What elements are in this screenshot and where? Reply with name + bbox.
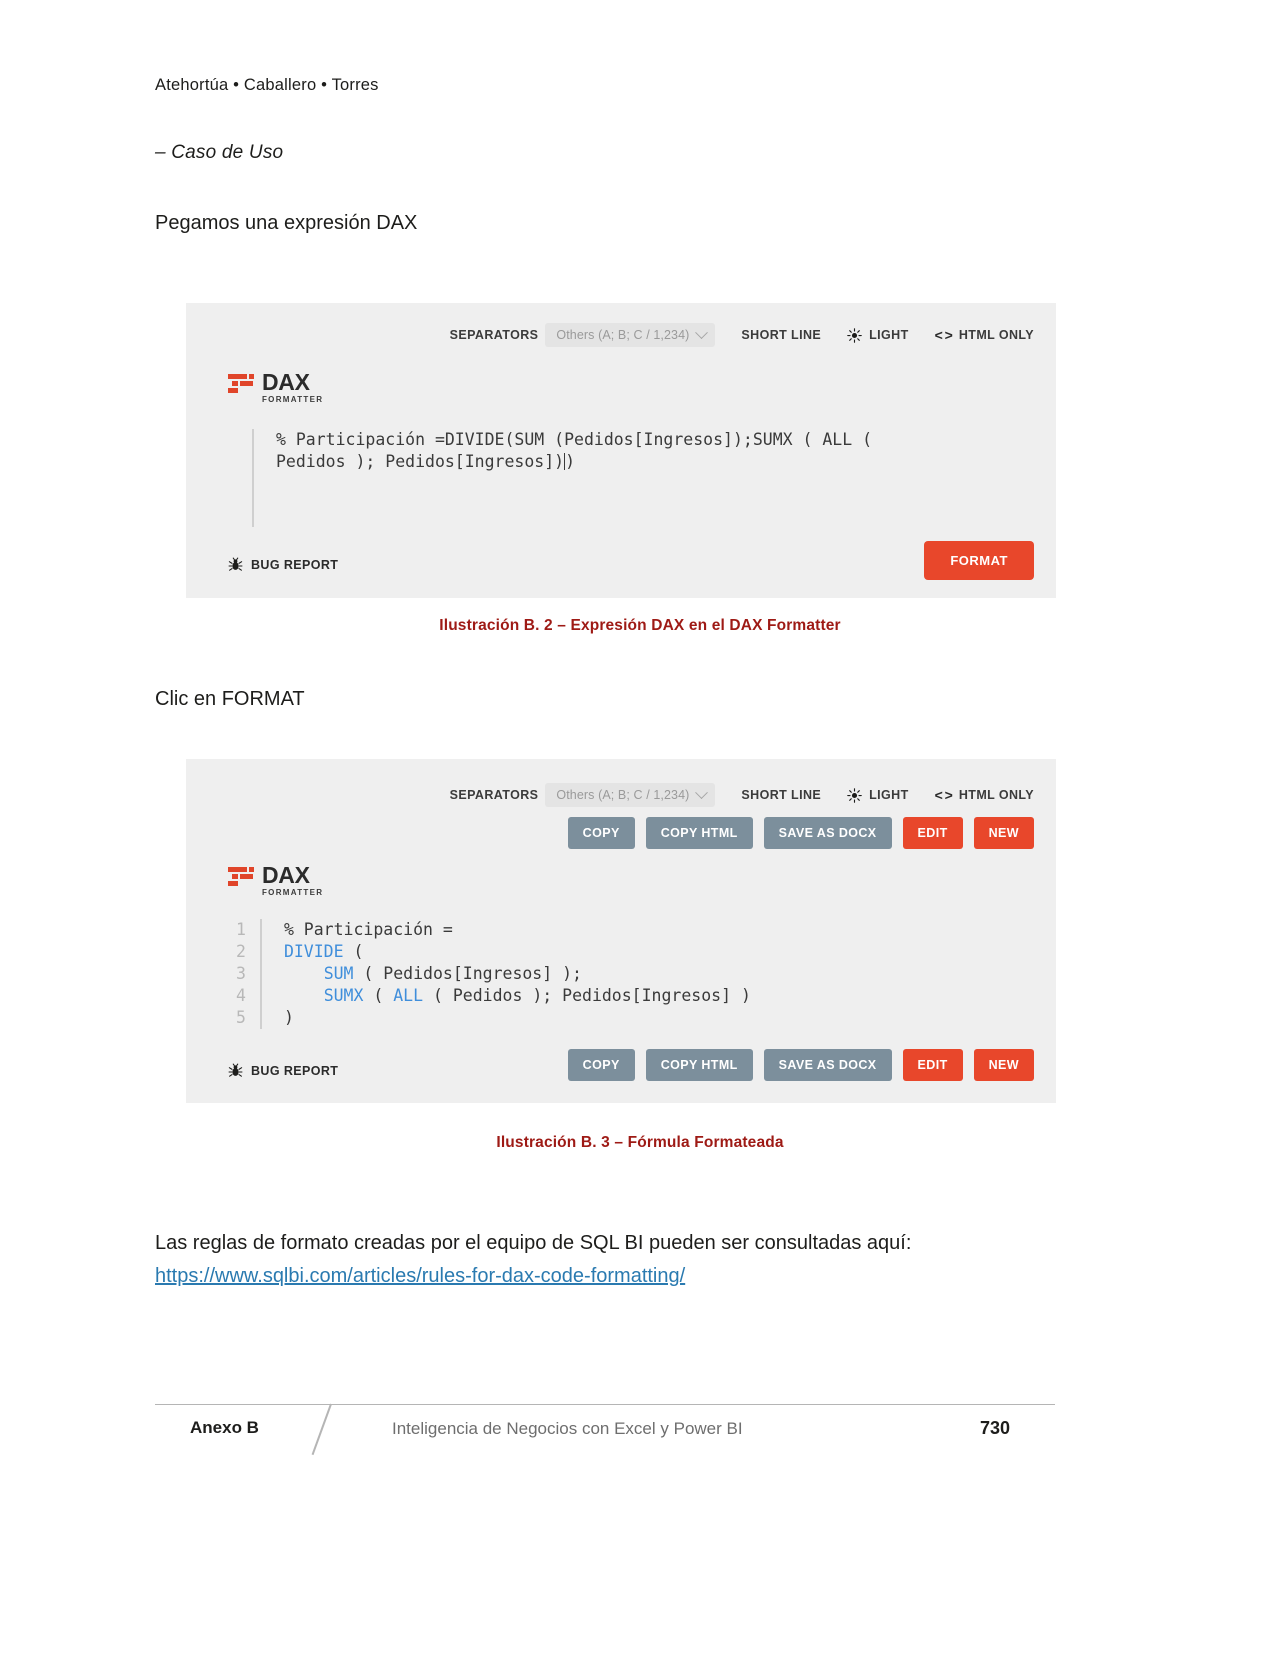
dax-formatted-code: % Participación = DIVIDE ( SUM ( Pedidos… [262, 919, 751, 1029]
separators-value-1: Others (A; B; C / 1,234) [556, 328, 690, 342]
html-only-toggle-2[interactable]: < > HTML ONLY [935, 787, 1034, 803]
theme-label-1: LIGHT [869, 328, 909, 342]
code-line-3-indent [284, 964, 324, 983]
new-button-top[interactable]: NEW [973, 817, 1034, 849]
logo-subtitle-2: FORMATTER [262, 888, 324, 897]
section-heading: – Caso de Uso [155, 142, 284, 163]
theme-toggle-2[interactable]: LIGHT [847, 787, 909, 803]
footer-divider [155, 1404, 1055, 1405]
footer-section-label: Anexo B [190, 1418, 259, 1437]
short-line-toggle-2[interactable]: SHORT LINE [741, 788, 821, 802]
dax-formatter-logo-1: DAX FORMATTER [228, 371, 323, 404]
action-buttons-top: COPY COPY HTML SAVE AS DOCX EDIT NEW [567, 817, 1034, 849]
paragraph-clic-format: Clic en FORMAT [155, 688, 305, 710]
code-line-2-keyword: DIVIDE [283, 942, 344, 961]
format-button[interactable]: FORMAT [924, 541, 1034, 580]
sun-icon [847, 327, 862, 343]
paragraph-reglas: Las reglas de formato creadas por el equ… [155, 1232, 912, 1254]
chevron-down-icon [695, 325, 709, 339]
formatter-toolbar-2: SEPARATORS Others (A; B; C / 1,234) SHOR… [450, 783, 1034, 807]
document-page: Atehortúa • Caballero • Torres – Caso de… [0, 0, 1280, 1656]
logo-name-2: DAX [262, 862, 310, 888]
theme-toggle-1[interactable]: LIGHT [847, 327, 909, 343]
code-line-4-indent [284, 986, 324, 1005]
theme-label-2: LIGHT [869, 788, 909, 802]
code-line-2-rest: ( [343, 942, 364, 961]
copy-button-top[interactable]: COPY [567, 817, 635, 849]
dax-code-line-2: Pedidos ); Pedidos[Ingresos]) [276, 452, 565, 471]
text-caret [564, 453, 566, 470]
figure-caption-1: Ilustración B. 2 – Expresión DAX en el D… [439, 617, 841, 634]
dax-formatter-screenshot-1: SEPARATORS Others (A; B; C / 1,234) SHOR… [186, 303, 1056, 598]
short-line-label-2: SHORT LINE [741, 788, 822, 802]
logo-subtitle-1: FORMATTER [262, 395, 324, 404]
dax-code-viewer-2: 1 2 3 4 5 % Participación = DIVIDE ( SUM… [236, 919, 751, 1029]
dax-code-text-1: % Participación =DIVIDE(SUM (Pedidos[Ing… [276, 430, 873, 471]
separators-group-2: SEPARATORS Others (A; B; C / 1,234) [450, 783, 716, 807]
formatter-toolbar-1: SEPARATORS Others (A; B; C / 1,234) SHOR… [450, 323, 1034, 347]
paragraph-pegamos: Pegamos una expresión DAX [155, 212, 418, 234]
html-only-label-2: HTML ONLY [958, 788, 1034, 802]
bug-icon [228, 1063, 243, 1077]
new-button-bottom[interactable]: NEW [973, 1049, 1034, 1081]
code-line-5: ) [283, 1008, 294, 1027]
save-as-docx-button-bottom[interactable]: SAVE AS DOCX [763, 1049, 892, 1081]
line-number-gutter: 1 2 3 4 5 [236, 919, 262, 1029]
separators-label-2: SEPARATORS [449, 788, 539, 802]
code-line-4-keyword-sumx: SUMX [323, 986, 364, 1005]
code-line-4-keyword-all: ALL [393, 986, 424, 1005]
short-line-label-1: SHORT LINE [741, 328, 822, 342]
separators-label-1: SEPARATORS [449, 328, 539, 342]
copy-html-button-top[interactable]: COPY HTML [645, 817, 753, 849]
logo-text-2: DAX FORMATTER [262, 864, 323, 897]
html-only-toggle-1[interactable]: < > HTML ONLY [935, 327, 1034, 343]
sun-icon [847, 787, 862, 803]
footer-slash-divider [311, 1403, 332, 1456]
bug-report-link-2[interactable]: BUG REPORT [228, 1063, 338, 1078]
edit-button-bottom[interactable]: EDIT [902, 1049, 963, 1081]
separators-select-1[interactable]: Others (A; B; C / 1,234) [545, 323, 716, 347]
dax-formatter-logo-2: DAX FORMATTER [228, 864, 323, 897]
short-line-toggle-1[interactable]: SHORT LINE [741, 328, 821, 342]
copy-button-bottom[interactable]: COPY [567, 1049, 635, 1081]
code-brackets-icon: < > [934, 327, 953, 343]
chevron-down-icon [695, 785, 709, 799]
action-buttons-bottom: COPY COPY HTML SAVE AS DOCX EDIT NEW [567, 1049, 1034, 1081]
code-line-4-rest: ( Pedidos ); Pedidos[Ingresos] ) [423, 986, 751, 1005]
code-line-4-mid: ( [363, 986, 394, 1005]
bug-report-link-1[interactable]: BUG REPORT [228, 557, 338, 572]
bug-icon [228, 557, 243, 571]
footer-book-title: Inteligencia de Negocios con Excel y Pow… [392, 1419, 743, 1438]
code-line-3-keyword: SUM [323, 964, 354, 983]
logo-text-1: DAX FORMATTER [262, 371, 323, 404]
dax-bars-icon [228, 373, 254, 397]
dax-code-editor-1[interactable]: % Participación =DIVIDE(SUM (Pedidos[Ing… [252, 429, 872, 527]
footer-page-number: 730 [980, 1418, 1011, 1438]
sqlbi-rules-link[interactable]: https://www.sqlbi.com/articles/rules-for… [155, 1265, 685, 1288]
bug-report-label-2: BUG REPORT [251, 1063, 339, 1078]
bug-report-label-1: BUG REPORT [251, 557, 339, 572]
code-line-3-rest: ( Pedidos[Ingresos] ); [353, 964, 582, 983]
code-brackets-icon: < > [934, 787, 953, 803]
separators-group-1: SEPARATORS Others (A; B; C / 1,234) [450, 323, 716, 347]
separators-value-2: Others (A; B; C / 1,234) [556, 788, 690, 802]
code-line-1: % Participación = [283, 920, 453, 939]
dax-bars-icon [228, 866, 254, 890]
html-only-label-1: HTML ONLY [958, 328, 1034, 342]
logo-name-1: DAX [262, 369, 310, 395]
copy-html-button-bottom[interactable]: COPY HTML [645, 1049, 753, 1081]
edit-button-top[interactable]: EDIT [902, 817, 963, 849]
save-as-docx-button-top[interactable]: SAVE AS DOCX [763, 817, 892, 849]
running-head: Atehortúa • Caballero • Torres [155, 76, 379, 94]
figure-caption-2: Ilustración B. 3 – Fórmula Formateada [496, 1134, 784, 1151]
dax-formatter-screenshot-2: SEPARATORS Others (A; B; C / 1,234) SHOR… [186, 759, 1056, 1103]
dax-code-line-1: % Participación =DIVIDE(SUM (Pedidos[Ing… [276, 430, 873, 449]
separators-select-2[interactable]: Others (A; B; C / 1,234) [545, 783, 716, 807]
